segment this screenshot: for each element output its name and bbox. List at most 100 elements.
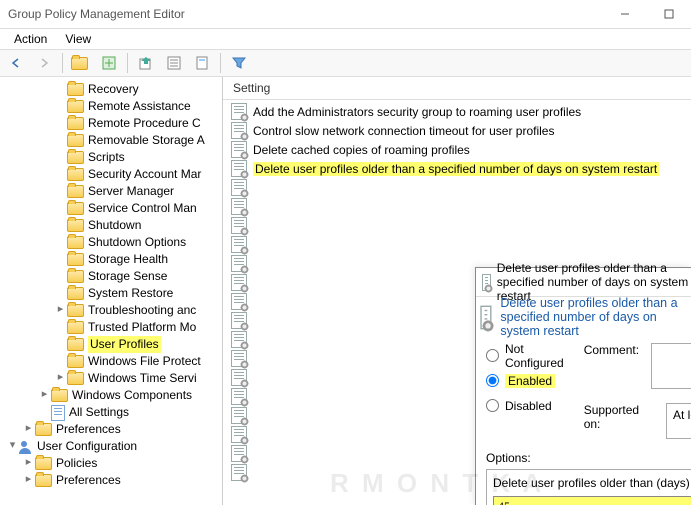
expand-icon[interactable] [6, 438, 19, 455]
tree-item[interactable]: Scripts [0, 149, 222, 166]
folder-icon [67, 134, 84, 147]
tree-item[interactable]: System Restore [0, 285, 222, 302]
tree-item-label: Removable Storage A [88, 132, 205, 149]
policy-label: Delete cached copies of roaming profiles [253, 143, 470, 157]
tree-item[interactable]: Storage Health [0, 251, 222, 268]
tree-item-label: Server Manager [88, 183, 174, 200]
tree-item-label: Remote Assistance [88, 98, 191, 115]
tree-item[interactable]: Shutdown [0, 217, 222, 234]
folder-icon [67, 83, 84, 96]
minimize-button[interactable] [603, 0, 647, 28]
tree-item[interactable]: Troubleshooting anc [0, 302, 222, 319]
folder-icon [67, 355, 84, 368]
tree-item[interactable]: Preferences [0, 421, 222, 438]
comment-textbox[interactable] [651, 343, 691, 389]
policy-icon [231, 217, 247, 234]
tree-item[interactable]: Preferences [0, 472, 222, 489]
policy-icon [231, 312, 247, 329]
people-icon [19, 440, 33, 454]
maximize-button[interactable] [647, 0, 691, 28]
policy-label: Delete user profiles older than a specif… [253, 162, 659, 176]
expand-icon[interactable] [54, 370, 67, 387]
option-days-input[interactable] [493, 496, 691, 505]
folder-icon [67, 117, 84, 130]
tree-item-label: Remote Procedure C [88, 115, 201, 132]
policy-icon [231, 236, 247, 253]
toolbar-icon-2[interactable] [97, 51, 121, 75]
folder-icon [67, 168, 84, 181]
policy-icon [231, 464, 247, 481]
navigation-tree[interactable]: RecoveryRemote AssistanceRemote Procedur… [0, 77, 223, 505]
expand-icon[interactable] [22, 455, 35, 472]
tree-item-label: Service Control Man [88, 200, 197, 217]
policy-icon [231, 274, 247, 291]
tree-item[interactable]: Policies [0, 455, 222, 472]
tree-item[interactable]: User Configuration [0, 438, 222, 455]
folder-icon [67, 338, 84, 351]
policy-icon [231, 160, 247, 177]
option-days-label: Delete user profiles older than (days) [493, 476, 691, 490]
options-panel: Delete user profiles older than (days) ▲… [486, 469, 691, 505]
tree-item-label: Policies [56, 455, 97, 472]
policy-icon [231, 388, 247, 405]
tree-item[interactable]: Trusted Platform Mo [0, 319, 222, 336]
tree-item[interactable]: Removable Storage A [0, 132, 222, 149]
expand-icon[interactable] [38, 387, 51, 404]
supported-on-box: At least Windows Vista [666, 403, 691, 439]
policy-row[interactable]: Delete user profiles older than a specif… [223, 159, 691, 178]
policy-row[interactable]: Control slow network connection timeout … [223, 121, 691, 140]
expand-icon[interactable] [54, 302, 67, 319]
policy-label: Add the Administrators security group to… [253, 105, 581, 119]
policy-row[interactable] [223, 178, 691, 197]
folder-icon [67, 304, 84, 317]
tree-item[interactable]: Server Manager [0, 183, 222, 200]
menu-view[interactable]: View [65, 32, 91, 46]
menu-action[interactable]: Action [14, 32, 47, 46]
sheet-icon [51, 405, 65, 421]
toolbar-icon-1[interactable] [69, 51, 93, 75]
tree-item[interactable]: Windows Time Servi [0, 370, 222, 387]
forward-button[interactable] [32, 51, 56, 75]
policy-row[interactable]: Add the Administrators security group to… [223, 102, 691, 121]
tree-item[interactable]: Remote Assistance [0, 98, 222, 115]
folder-icon [67, 287, 84, 300]
back-button[interactable] [4, 51, 28, 75]
policy-icon [231, 350, 247, 367]
dialog-title-icon [482, 274, 491, 291]
policy-icon [231, 103, 247, 120]
filter-button[interactable] [227, 51, 251, 75]
folder-icon [67, 236, 84, 249]
policy-icon [231, 198, 247, 215]
folder-icon [35, 423, 52, 436]
folder-icon [67, 372, 84, 385]
tree-item[interactable]: Recovery [0, 81, 222, 98]
policy-row[interactable] [223, 235, 691, 254]
tree-item-label: Shutdown Options [88, 234, 186, 251]
tree-item[interactable]: User Profiles [0, 336, 222, 353]
properties-button[interactable] [162, 51, 186, 75]
tree-item[interactable]: Windows File Protect [0, 353, 222, 370]
toolbar-icon-5[interactable] [190, 51, 214, 75]
policy-row[interactable] [223, 216, 691, 235]
tree-item[interactable]: Remote Procedure C [0, 115, 222, 132]
expand-icon[interactable] [22, 472, 35, 489]
policy-icon [231, 179, 247, 196]
tree-item[interactable]: Storage Sense [0, 268, 222, 285]
expand-icon[interactable] [22, 421, 35, 438]
radio-disabled[interactable]: Disabled [486, 393, 564, 418]
column-header-setting[interactable]: Setting [223, 77, 691, 100]
tree-item[interactable]: Windows Components [0, 387, 222, 404]
tree-item-label: Windows Time Servi [88, 370, 197, 387]
tree-item-label: Storage Sense [88, 268, 167, 285]
folder-icon [51, 389, 68, 402]
radio-not-configured[interactable]: Not Configured [486, 343, 564, 368]
tree-item[interactable]: Service Control Man [0, 200, 222, 217]
tree-item[interactable]: Security Account Mar [0, 166, 222, 183]
policy-row[interactable] [223, 197, 691, 216]
radio-enabled[interactable]: Enabled [486, 368, 564, 393]
export-button[interactable] [134, 51, 158, 75]
tree-item-label: Recovery [88, 81, 139, 98]
tree-item[interactable]: Shutdown Options [0, 234, 222, 251]
policy-row[interactable]: Delete cached copies of roaming profiles [223, 140, 691, 159]
tree-item[interactable]: All Settings [0, 404, 222, 421]
